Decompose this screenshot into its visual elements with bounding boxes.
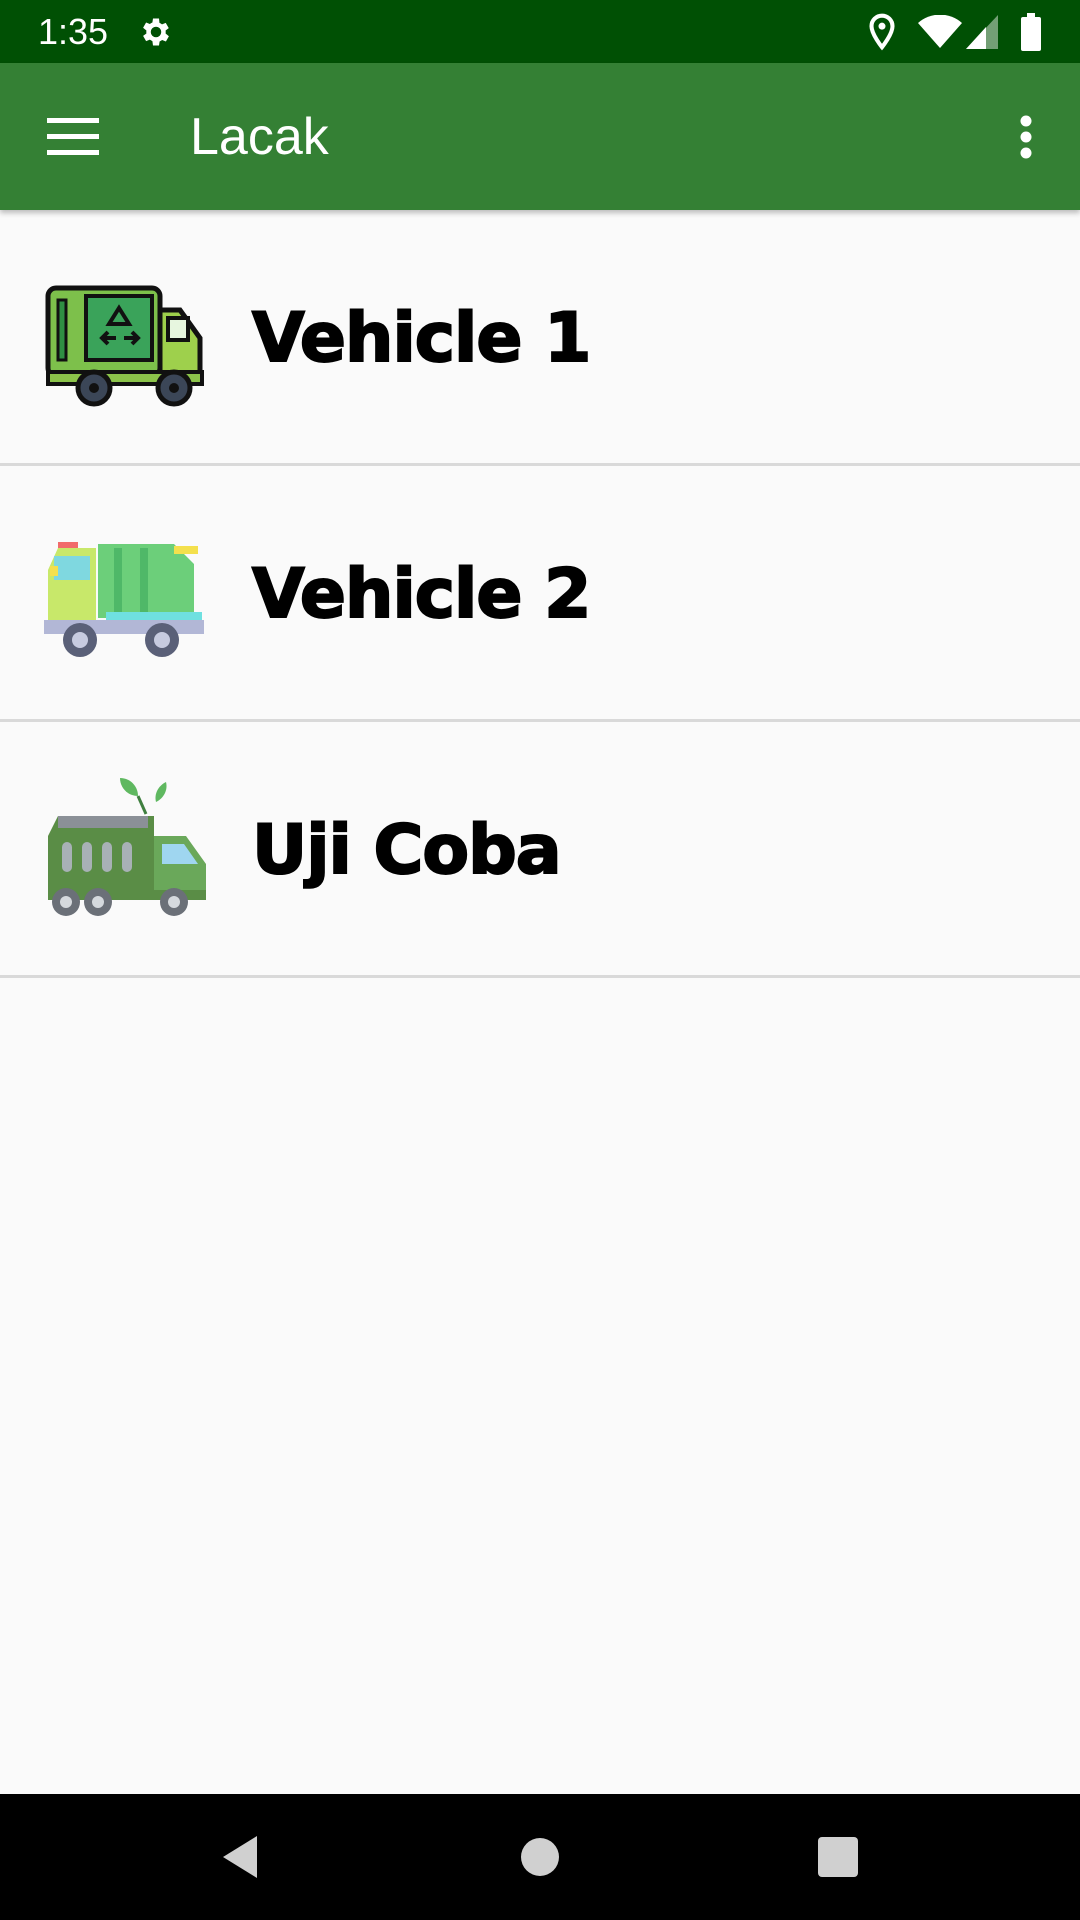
status-icons (868, 12, 1042, 52)
menu-button[interactable] (34, 106, 112, 168)
recents-icon (818, 1837, 858, 1877)
list-item[interactable]: Vehicle 2 (0, 466, 1080, 722)
recycle-truck-icon (45, 285, 204, 407)
list-item[interactable]: Uji Coba (0, 722, 1080, 978)
back-button[interactable] (204, 1822, 274, 1892)
app-bar: Lacak (0, 63, 1080, 210)
settings-icon (143, 18, 169, 46)
overflow-menu-button[interactable] (996, 103, 1056, 171)
navigation-bar (0, 1794, 1080, 1920)
recents-button[interactable] (803, 1822, 873, 1892)
screen: 1:35 Lacak Vehicle 1 Vehicle 2 Uji Coba (0, 0, 1080, 1920)
vehicle-name: Vehicle 2 (251, 555, 592, 635)
wifi-icon (918, 15, 962, 48)
garbage-truck-icon (44, 542, 204, 657)
list-item[interactable]: Vehicle 1 (0, 210, 1080, 466)
hamburger-menu-icon (47, 118, 99, 155)
vehicle-list: Vehicle 1 Vehicle 2 Uji Coba (0, 210, 1080, 978)
vehicle-name: Vehicle 1 (251, 299, 592, 379)
home-icon (521, 1838, 559, 1876)
vehicle-name: Uji Coba (251, 811, 563, 891)
status-time: 1:35 (38, 11, 109, 52)
location-icon (869, 13, 895, 51)
home-button[interactable] (505, 1822, 575, 1892)
back-icon (223, 1836, 257, 1878)
more-vert-icon (1020, 115, 1032, 159)
signal-icon (966, 15, 998, 49)
app-title: Lacak (190, 108, 329, 166)
eco-truck-icon (48, 778, 206, 916)
status-bar: 1:35 (0, 0, 1080, 63)
battery-icon (1021, 13, 1041, 51)
